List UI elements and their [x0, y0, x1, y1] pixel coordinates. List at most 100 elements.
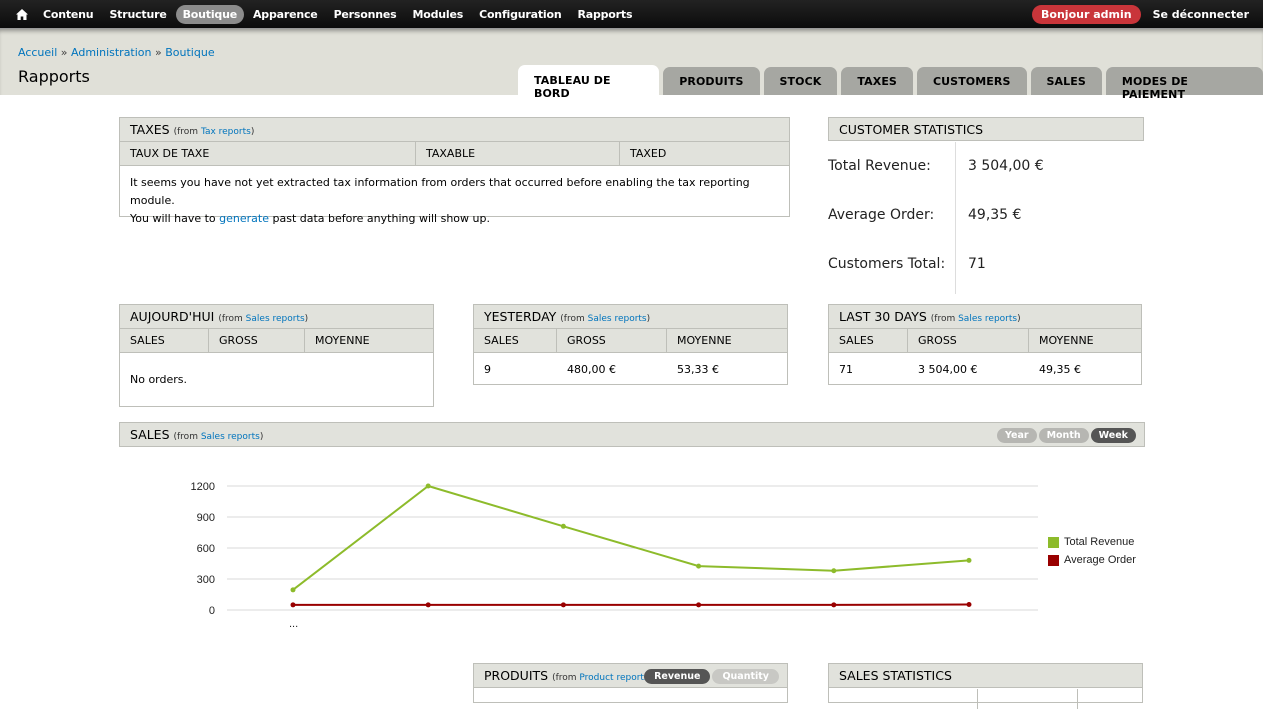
chart-y-ticks: 03006009001200 [191, 481, 215, 617]
data-point [831, 602, 836, 607]
stats-value: 3 504,00 € [955, 158, 1044, 174]
sales-reports-link[interactable]: Sales reports [246, 314, 305, 324]
produits-panel: PRODUITS (from Product reports) Revenue … [473, 663, 788, 703]
toolbar-item-configuration[interactable]: Configuration [472, 5, 568, 24]
no-orders-message: No orders. [120, 353, 433, 397]
tab-stock[interactable]: STOCK [764, 67, 838, 95]
legend-swatch [1048, 555, 1059, 566]
toolbar-item-personnes[interactable]: Personnes [327, 5, 404, 24]
data-point [967, 602, 972, 607]
sales-cell: 71 [829, 363, 908, 376]
gross-cell: 3 504,00 € [908, 363, 1029, 376]
divider [1077, 689, 1078, 709]
tab-sales[interactable]: SALES [1031, 67, 1102, 95]
panel-title: LAST 30 DAYS (from Sales reports) [829, 305, 1141, 329]
tax-reports-link[interactable]: Tax reports [201, 127, 251, 137]
period-month-button[interactable]: Month [1039, 428, 1089, 443]
panel-title: SALES STATISTICS [829, 664, 1142, 688]
taxes-title: TAXES [130, 122, 170, 137]
stats-label: Average Order: [828, 207, 955, 223]
logout-link[interactable]: Se déconnecter [1149, 5, 1253, 24]
revenue-toggle-button[interactable]: Revenue [644, 669, 710, 684]
series-line-total-revenue [293, 486, 969, 590]
toolbar-item-apparence[interactable]: Apparence [246, 5, 325, 24]
column-header: GROSS [908, 329, 1029, 352]
breadcrumb-administration[interactable]: Administration [71, 46, 152, 59]
source-note: (from Sales reports) [174, 432, 264, 442]
breadcrumb-accueil[interactable]: Accueil [18, 46, 57, 59]
chart-grid [227, 486, 1038, 610]
tax-message: It seems you have not yet extracted tax … [120, 166, 789, 236]
from-prefix: (from [931, 314, 958, 324]
source-note: (from Sales reports) [931, 314, 1021, 324]
stats-row: Customers Total: 71 [828, 239, 1144, 288]
panel-title: TAXES (from Tax reports) [120, 118, 789, 142]
panel-title: CUSTOMER STATISTICS [828, 117, 1144, 141]
moyenne-cell: 49,35 € [1029, 363, 1091, 376]
panel-title: SALES (from Sales reports) [120, 423, 1144, 447]
last-30-days-title: LAST 30 DAYS [839, 309, 927, 324]
tab-taxes[interactable]: TAXES [841, 67, 913, 95]
breadcrumb-boutique[interactable]: Boutique [165, 46, 214, 59]
column-header: TAXABLE [416, 142, 620, 165]
sales-reports-link[interactable]: Sales reports [958, 314, 1017, 324]
sales-cell: 9 [474, 363, 557, 376]
period-week-button[interactable]: Week [1091, 428, 1136, 443]
legend-item-average-order: Average Order [1048, 551, 1136, 569]
panel-title: AUJOURD'HUI (from Sales reports) [120, 305, 433, 329]
from-suffix: ) [260, 432, 264, 442]
x-tick-label: ... [289, 618, 298, 630]
produits-metric-toggle: Revenue Quantity [644, 669, 779, 684]
legend-item-total-revenue: Total Revenue [1048, 533, 1136, 551]
table-header: SALES GROSS MOYENNE [120, 329, 433, 353]
column-header: SALES [120, 329, 209, 352]
stats-value: 71 [955, 256, 986, 272]
moyenne-cell: 53,33 € [667, 363, 729, 376]
source-note: (from Sales reports) [560, 314, 650, 324]
y-tick-label: 900 [197, 512, 215, 524]
user-greeting-link[interactable]: Bonjour admin [1032, 5, 1141, 24]
toolbar-item-contenu[interactable]: Contenu [36, 5, 100, 24]
today-title: AUJOURD'HUI [130, 309, 214, 324]
data-point [561, 602, 566, 607]
table-row: 9 480,00 € 53,33 € [474, 353, 787, 385]
y-tick-label: 1200 [191, 481, 215, 493]
divider [977, 689, 978, 709]
sales-title: SALES [130, 427, 170, 442]
generate-link[interactable]: generate [219, 212, 269, 225]
period-year-button[interactable]: Year [997, 428, 1037, 443]
tab-customers[interactable]: CUSTOMERS [917, 67, 1027, 95]
toolbar-item-structure[interactable]: Structure [102, 5, 173, 24]
table-row: 71 3 504,00 € 49,35 € [829, 353, 1141, 385]
column-header: TAUX DE TAXE [120, 142, 416, 165]
gross-cell: 480,00 € [557, 363, 667, 376]
tab-tableau-de-bord[interactable]: TABLEAU DE BORD [518, 65, 659, 95]
yesterday-title: YESTERDAY [484, 309, 556, 324]
toolbar-item-boutique[interactable]: Boutique [176, 5, 244, 24]
page-title: Rapports [18, 67, 90, 86]
stats-label: Customers Total: [828, 256, 955, 272]
tax-message-line1: It seems you have not yet extracted tax … [130, 174, 779, 210]
customer-statistics-panel: CUSTOMER STATISTICS Total Revenue: 3 504… [828, 117, 1144, 292]
data-point [426, 484, 431, 489]
from-prefix: (from [552, 673, 579, 683]
toolbar-item-modules[interactable]: Modules [405, 5, 470, 24]
toolbar-menu: Contenu Structure Boutique Apparence Per… [14, 5, 641, 24]
product-reports-link[interactable]: Product reports [579, 673, 648, 683]
tab-produits[interactable]: PRODUITS [663, 67, 759, 95]
panel-title: YESTERDAY (from Sales reports) [474, 305, 787, 329]
y-tick-label: 0 [209, 605, 215, 617]
tab-modes-de-paiement[interactable]: MODES DE PAIEMENT [1106, 67, 1263, 95]
sales-reports-link[interactable]: Sales reports [588, 314, 647, 324]
data-point [426, 602, 431, 607]
table-header: TAUX DE TAXE TAXABLE TAXED [120, 142, 789, 166]
home-icon[interactable] [14, 9, 36, 20]
message-text: You will have to [130, 212, 219, 225]
sales-reports-link[interactable]: Sales reports [201, 432, 260, 442]
quantity-toggle-button[interactable]: Quantity [712, 669, 779, 684]
sales-statistics-panel: SALES STATISTICS [828, 663, 1143, 703]
legend-swatch [1048, 537, 1059, 548]
source-note: (from Product reports) [552, 673, 652, 683]
data-point [291, 602, 296, 607]
toolbar-item-rapports[interactable]: Rapports [570, 5, 639, 24]
